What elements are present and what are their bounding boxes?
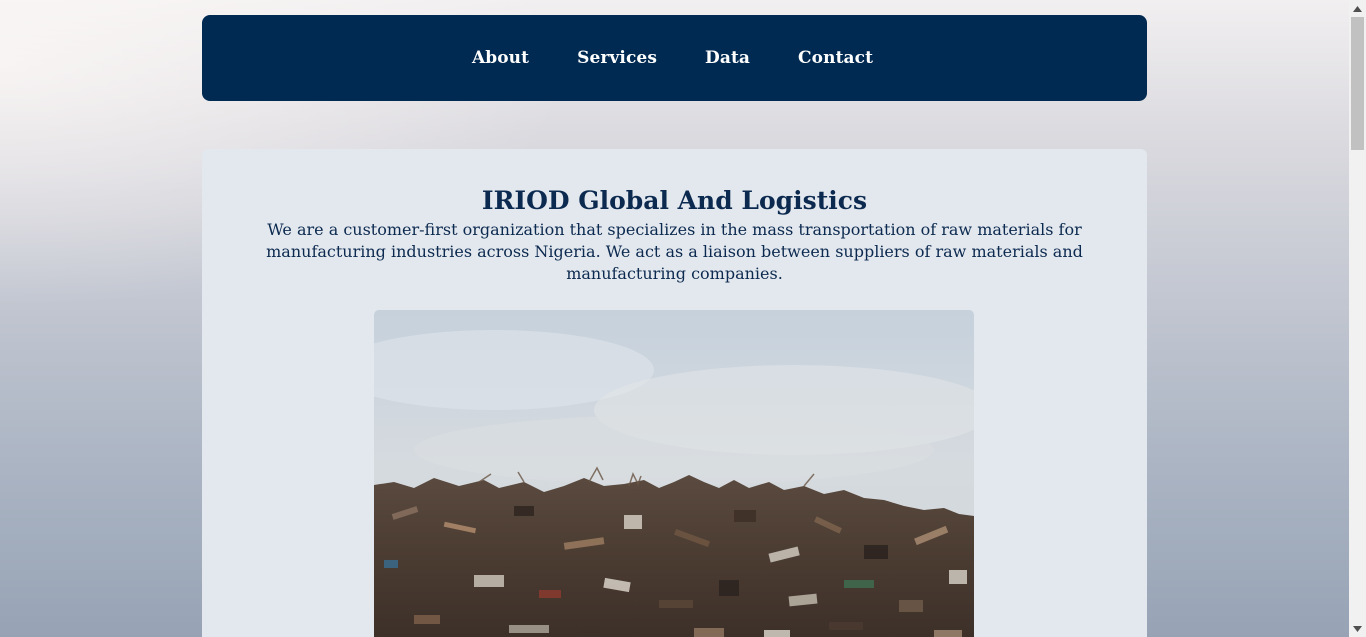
scroll-down-icon[interactable] [1349, 620, 1366, 637]
page-title: IRIOD Global And Logistics [481, 186, 868, 215]
nav-link-about[interactable]: About [472, 48, 529, 68]
nav-link-contact[interactable]: Contact [798, 48, 873, 68]
scroll-thumb[interactable] [1351, 17, 1364, 150]
nav-link-services[interactable]: Services [577, 48, 657, 68]
hero-image [374, 310, 974, 637]
main-navbar: About Services Data Contact [202, 15, 1147, 101]
nav-link-data[interactable]: Data [705, 48, 750, 68]
hero-card: IRIOD Global And Logistics We are a cust… [202, 149, 1147, 637]
hero-description: We are a customer-first organization tha… [266, 220, 1083, 283]
vertical-scrollbar[interactable] [1349, 0, 1366, 637]
scroll-up-icon[interactable] [1349, 0, 1366, 17]
scrap-metal-pile-photo [374, 310, 974, 637]
